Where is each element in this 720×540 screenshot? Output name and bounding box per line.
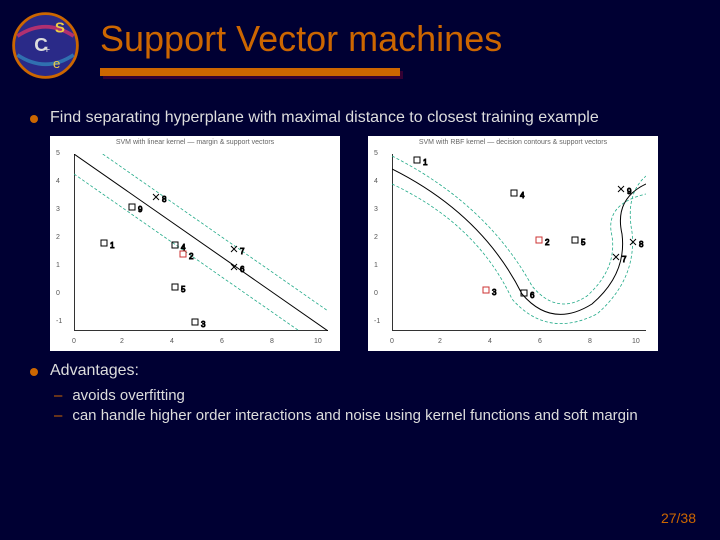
- slide-title: Support Vector machines: [100, 18, 660, 60]
- svg-text:6: 6: [240, 265, 245, 274]
- svg-text:5: 5: [581, 238, 586, 247]
- chart-linear-svm: SVM with linear kernel — margin & suppor…: [50, 136, 340, 351]
- svg-text:5: 5: [181, 285, 186, 294]
- svg-text:e: e: [53, 56, 60, 71]
- sub-2-text: can handle higher order interactions and…: [72, 407, 637, 424]
- bullet-2: Advantages:: [30, 361, 690, 381]
- svg-text:3: 3: [201, 320, 206, 329]
- bullet-1-text: Find separating hyperplane with maximal …: [50, 108, 690, 128]
- chart-1-svg: 8 7 6 9 4 2 5 3 1: [74, 154, 328, 331]
- title-underline: [100, 68, 400, 78]
- svg-text:3: 3: [492, 288, 497, 297]
- svg-text:S: S: [55, 19, 65, 36]
- svg-text:6: 6: [530, 291, 535, 300]
- bullet-1: Find separating hyperplane with maximal …: [30, 108, 690, 128]
- bullet-2-text: Advantages:: [50, 361, 690, 381]
- svg-text:9: 9: [627, 187, 632, 196]
- sub-bullet-1: – avoids overfitting: [54, 387, 690, 404]
- dash-icon: –: [54, 407, 62, 424]
- svg-text:2: 2: [189, 252, 194, 261]
- svg-text:2: 2: [545, 238, 550, 247]
- page-number: 27/38: [661, 510, 696, 526]
- dash-icon: –: [54, 387, 62, 404]
- svg-text:9: 9: [138, 205, 143, 214]
- svg-text:8: 8: [639, 240, 644, 249]
- logo: S C + e: [8, 8, 83, 83]
- svg-text:4: 4: [520, 191, 525, 200]
- chart-1-title: SVM with linear kernel — margin & suppor…: [50, 139, 340, 146]
- svg-text:1: 1: [110, 241, 115, 250]
- chart-2-svg: 9 8 7 4 2 5 3 6 1: [392, 154, 646, 331]
- svg-text:8: 8: [162, 195, 167, 204]
- charts-row: SVM with linear kernel — margin & suppor…: [50, 136, 690, 351]
- svg-text:1: 1: [423, 158, 428, 167]
- sub-1-text: avoids overfitting: [72, 387, 185, 404]
- svg-text:7: 7: [622, 255, 627, 264]
- sub-bullet-2: – can handle higher order interactions a…: [54, 407, 690, 424]
- chart-rbf-svm: SVM with RBF kernel — decision contours …: [368, 136, 658, 351]
- svg-text:+: +: [44, 44, 51, 56]
- svg-text:7: 7: [240, 247, 245, 256]
- bullet-icon: [30, 115, 38, 123]
- bullet-icon: [30, 368, 38, 376]
- chart-2-title: SVM with RBF kernel — decision contours …: [368, 139, 658, 146]
